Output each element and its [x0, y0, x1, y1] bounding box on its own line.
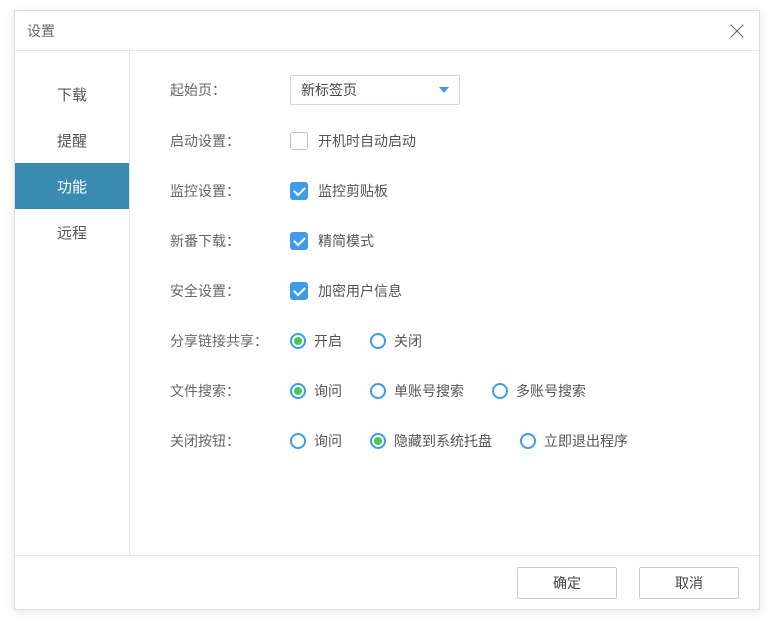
- radio-icon: [290, 383, 306, 399]
- label-new-download: 新番下载：: [170, 231, 290, 251]
- sidebar-item-label: 远程: [57, 222, 87, 243]
- radio-label: 关闭: [394, 331, 422, 351]
- radio-close-ask[interactable]: 询问: [290, 431, 342, 451]
- checkbox-encrypt-user[interactable]: [290, 282, 308, 300]
- radio-group-file-search: 询问 单账号搜索 多账号搜索: [290, 381, 586, 401]
- sidebar-item-label: 提醒: [57, 130, 87, 151]
- radio-icon: [370, 333, 386, 349]
- row-new-download: 新番下载： 精简模式: [170, 227, 749, 255]
- radio-label: 多账号搜索: [516, 381, 586, 401]
- checkbox-label-simple-mode[interactable]: 精简模式: [318, 231, 374, 251]
- confirm-button[interactable]: 确定: [517, 567, 617, 599]
- sidebar-item-function[interactable]: 功能: [15, 163, 129, 209]
- row-monitor-setting: 监控设置： 监控剪贴板: [170, 177, 749, 205]
- row-share-link: 分享链接共享： 开启 关闭: [170, 327, 749, 355]
- radio-icon: [370, 383, 386, 399]
- radio-icon: [290, 433, 306, 449]
- radio-search-single[interactable]: 单账号搜索: [370, 381, 464, 401]
- radio-group-close-button: 询问 隐藏到系统托盘 立即退出程序: [290, 431, 628, 451]
- select-value: 新标签页: [301, 80, 357, 100]
- chevron-down-icon: [439, 87, 449, 93]
- close-icon[interactable]: [727, 21, 747, 41]
- sidebar: 下载 提醒 功能 远程: [15, 51, 130, 555]
- radio-close-exit[interactable]: 立即退出程序: [520, 431, 628, 451]
- button-label: 确定: [553, 573, 581, 593]
- sidebar-item-label: 下载: [57, 84, 87, 105]
- radio-icon: [370, 433, 386, 449]
- radio-label: 隐藏到系统托盘: [394, 431, 492, 451]
- radio-share-off[interactable]: 关闭: [370, 331, 422, 351]
- radio-label: 立即退出程序: [544, 431, 628, 451]
- radio-search-multi[interactable]: 多账号搜索: [492, 381, 586, 401]
- sidebar-item-label: 功能: [57, 176, 87, 197]
- dialog-header: 设置: [15, 11, 759, 51]
- checkbox-label-encrypt-user[interactable]: 加密用户信息: [318, 281, 402, 301]
- row-security-setting: 安全设置： 加密用户信息: [170, 277, 749, 305]
- checkbox-simple-mode[interactable]: [290, 232, 308, 250]
- checkbox-monitor-clipboard[interactable]: [290, 182, 308, 200]
- sidebar-item-remind[interactable]: 提醒: [15, 117, 129, 163]
- dialog-title: 设置: [27, 21, 55, 41]
- start-page-select[interactable]: 新标签页: [290, 75, 460, 105]
- radio-label: 单账号搜索: [394, 381, 464, 401]
- radio-label: 询问: [314, 381, 342, 401]
- label-startup-setting: 启动设置：: [170, 131, 290, 151]
- checkbox-label-auto-start[interactable]: 开机时自动启动: [318, 131, 416, 151]
- settings-dialog: 设置 下载 提醒 功能 远程 起始页： 新标签页: [14, 10, 760, 610]
- row-close-button: 关闭按钮： 询问 隐藏到系统托盘 立即退出程序: [170, 427, 749, 455]
- label-file-search: 文件搜索：: [170, 381, 290, 401]
- radio-share-on[interactable]: 开启: [290, 331, 342, 351]
- radio-search-ask[interactable]: 询问: [290, 381, 342, 401]
- sidebar-item-remote[interactable]: 远程: [15, 209, 129, 255]
- dialog-body: 下载 提醒 功能 远程 起始页： 新标签页 启动设置：: [15, 51, 759, 555]
- radio-icon: [520, 433, 536, 449]
- settings-content: 起始页： 新标签页 启动设置： 开机时自动启动 监控设置： 监控剪贴板 新番下载…: [130, 51, 759, 555]
- radio-group-share-link: 开启 关闭: [290, 331, 422, 351]
- row-start-page: 起始页： 新标签页: [170, 75, 749, 105]
- dialog-footer: 确定 取消: [15, 555, 759, 610]
- row-file-search: 文件搜索： 询问 单账号搜索 多账号搜索: [170, 377, 749, 405]
- label-security-setting: 安全设置：: [170, 281, 290, 301]
- radio-icon: [290, 333, 306, 349]
- label-start-page: 起始页：: [170, 80, 290, 100]
- row-startup-setting: 启动设置： 开机时自动启动: [170, 127, 749, 155]
- cancel-button[interactable]: 取消: [639, 567, 739, 599]
- label-monitor-setting: 监控设置：: [170, 181, 290, 201]
- radio-label: 开启: [314, 331, 342, 351]
- checkbox-auto-start[interactable]: [290, 132, 308, 150]
- radio-label: 询问: [314, 431, 342, 451]
- checkbox-label-monitor-clipboard[interactable]: 监控剪贴板: [318, 181, 388, 201]
- button-label: 取消: [675, 573, 703, 593]
- sidebar-item-download[interactable]: 下载: [15, 71, 129, 117]
- radio-icon: [492, 383, 508, 399]
- label-close-button: 关闭按钮：: [170, 431, 290, 451]
- label-share-link: 分享链接共享：: [170, 331, 290, 351]
- radio-close-tray[interactable]: 隐藏到系统托盘: [370, 431, 492, 451]
